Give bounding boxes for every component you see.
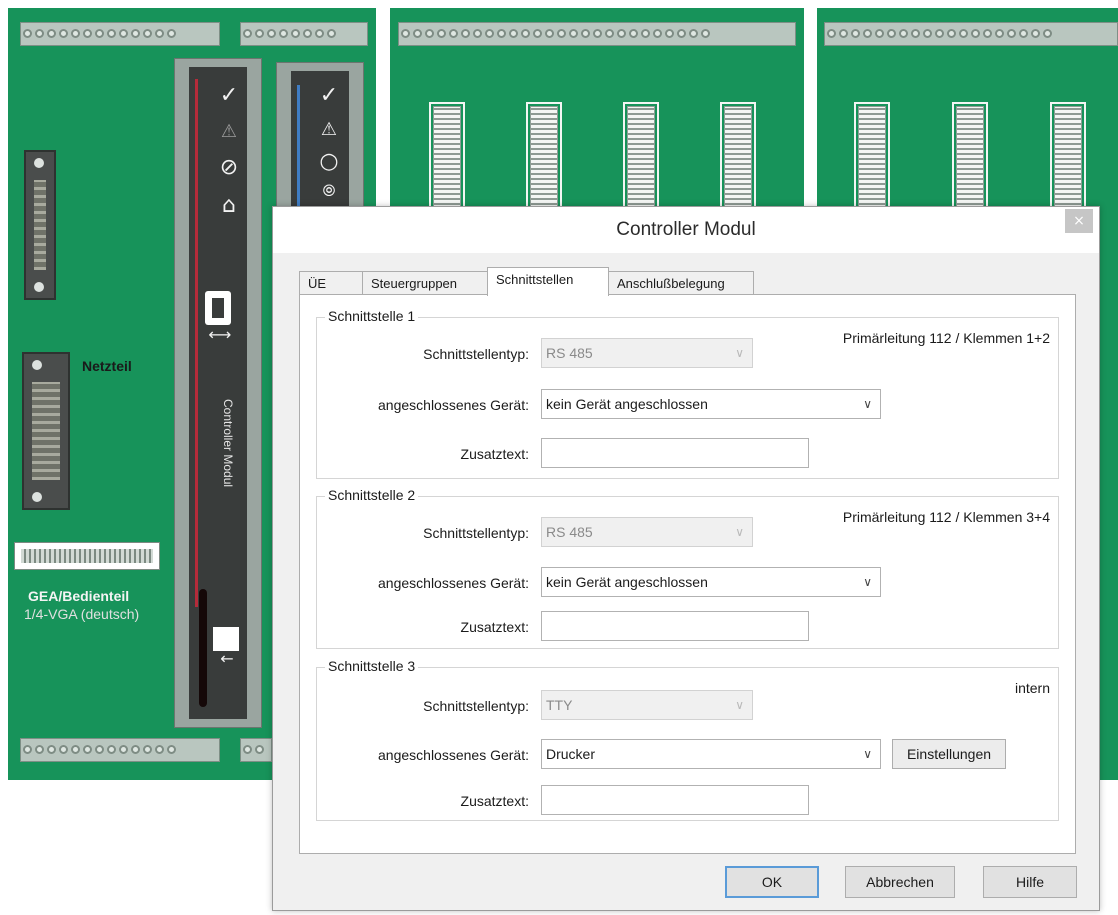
terminal-strip [240,22,368,46]
tab-ue[interactable]: ÜE [299,271,363,295]
circle-icon: ○ [319,149,339,174]
group-title: Schnittstelle 2 [325,487,419,503]
chevron-down-icon: ∨ [863,397,872,411]
tab-schnittstellen[interactable]: Schnittstellen [487,267,609,296]
terminal-strip [240,738,272,762]
device-label: angeschlossenes Gerät: [378,397,529,413]
device-icon: ⌂ [222,193,236,218]
type-label: Schnittstellentyp: [423,525,529,541]
schnittstelle-1-group: Schnittstelle 1 Primärleitung 112 / Klem… [316,308,1059,479]
slot-connector [429,102,465,218]
gea-label: GEA/Bedienteil [28,588,130,604]
chevron-down-icon: ∨ [735,525,744,539]
group-info: Primärleitung 112 / Klemmen 3+4 [842,509,1050,525]
device-select[interactable]: kein Gerät angeschlossen ∨ [541,389,881,419]
type-value: TTY [546,697,573,713]
check-icon: ✓ [219,83,239,108]
netzteil-label: Netzteil [82,358,132,374]
chevron-down-icon: ∨ [735,698,744,712]
schnittstellen-panel: Schnittstelle 1 Primärleitung 112 / Klem… [299,294,1076,854]
dsub-connector [24,150,56,300]
type-select: TTY ∨ [541,690,753,720]
extra-label: Zusatztext: [460,619,529,635]
usb-port-icon [205,291,231,325]
terminal-strip [398,22,796,46]
chevron-down-icon: ∨ [863,747,872,761]
slot-connector [720,102,756,218]
module-label: Controller Modul [221,399,235,488]
device-label: angeschlossenes Gerät: [378,575,529,591]
terminal-strip [20,22,220,46]
device-select[interactable]: Drucker ∨ [541,739,881,769]
usb-icon: ⟷ [208,325,232,344]
tab-steuergruppen[interactable]: Steuergruppen [362,271,488,295]
vga-label: 1/4-VGA (deutsch) [24,606,140,622]
interface-module[interactable]: ✓ ⚠ ○ ⦾ [276,62,364,222]
type-value: RS 485 [546,524,593,540]
warning-icon: ⚠ [220,121,238,142]
group-title: Schnittstelle 1 [325,308,419,324]
group-info: intern [1014,680,1050,696]
group-title: Schnittstelle 3 [325,658,419,674]
controller-modul-dialog: Controller Modul × ÜE Steuergruppen Schn… [272,206,1100,911]
close-button[interactable]: × [1065,209,1093,233]
extra-label: Zusatztext: [460,793,529,809]
controller-module[interactable]: ✓ ⚠ ⊘ ⌂ ⟷ Controller Modul ← [174,58,262,728]
device-select[interactable]: kein Gerät angeschlossen ∨ [541,567,881,597]
card-eject-icon [213,627,239,651]
type-select: RS 485 ∨ [541,338,753,368]
device-value: kein Gerät angeschlossen [546,574,708,590]
slot-connector [526,102,562,218]
device-label: angeschlossenes Gerät: [378,747,529,763]
slot-connector [623,102,659,218]
dialog-title: Controller Modul [616,219,756,240]
type-label: Schnittstellentyp: [423,698,529,714]
schnittstelle-2-group: Schnittstelle 2 Primärleitung 112 / Klem… [316,487,1059,649]
extra-label: Zusatztext: [460,446,529,462]
einstellungen-button[interactable]: Einstellungen [892,739,1006,769]
ok-button[interactable]: OK [725,866,819,898]
check-circle-icon: ⊘ [219,155,239,180]
device-value: kein Gerät angeschlossen [546,396,708,412]
schnittstelle-3-group: Schnittstelle 3 intern Schnittstellentyp… [316,658,1059,821]
zusatztext-input[interactable] [541,438,809,468]
device-value: Drucker [546,746,596,762]
type-label: Schnittstellentyp: [423,346,529,362]
terminal-strip [824,22,1118,46]
type-value: RS 485 [546,345,593,361]
chevron-down-icon: ∨ [863,575,872,589]
warning-icon: ⚠ [320,119,338,140]
arrow-left-icon: ← [220,649,234,668]
type-select: RS 485 ∨ [541,517,753,547]
voltage-icon: ⦾ [322,181,336,200]
slot-connector [952,102,988,218]
title-bar: Controller Modul × [273,207,1099,253]
zusatztext-input[interactable] [541,611,809,641]
group-info: Primärleitung 112 / Klemmen 1+2 [842,330,1050,346]
dsub-connector-netzteil [22,352,70,510]
slot-connector [854,102,890,218]
chevron-down-icon: ∨ [735,346,744,360]
card-slot [199,589,207,707]
tab-anschlussbelegung[interactable]: Anschlußbelegung [608,271,754,295]
zusatztext-input[interactable] [541,785,809,815]
check-icon: ✓ [319,83,339,108]
hilfe-button[interactable]: Hilfe [983,866,1077,898]
gea-connector [14,542,160,570]
abbrechen-button[interactable]: Abbrechen [845,866,955,898]
slot-connector [1050,102,1086,218]
terminal-strip [20,738,220,762]
